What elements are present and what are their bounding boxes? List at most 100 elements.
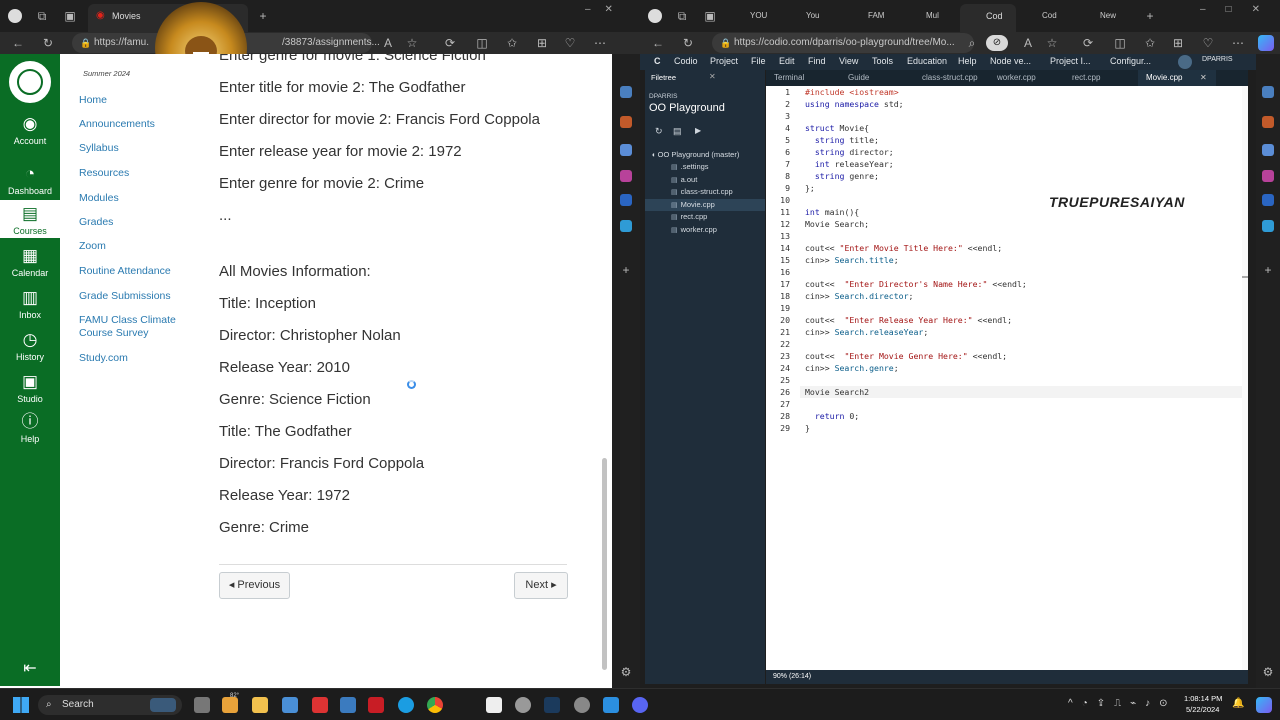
tab-terminal[interactable]: Terminal [766, 70, 836, 86]
window-controls[interactable]: –✕ [585, 4, 627, 15]
weather-icon[interactable] [222, 697, 238, 713]
course-nav-syllabus[interactable]: Syllabus [79, 142, 119, 155]
collections-icon[interactable]: ⊞ [1170, 35, 1186, 51]
editor-scrollbar[interactable] [1242, 86, 1248, 670]
taskbar-search[interactable]: ⌕ Search [38, 695, 182, 715]
discord-icon[interactable] [632, 697, 648, 713]
side-icon[interactable] [620, 144, 632, 156]
side-icon[interactable] [620, 170, 632, 182]
health-icon[interactable]: ♡ [562, 35, 578, 51]
page-scrollbar[interactable] [600, 54, 610, 686]
steam-icon[interactable] [544, 697, 560, 713]
menu-project[interactable]: Project [710, 56, 738, 66]
side-icon[interactable] [620, 194, 632, 206]
health-icon[interactable]: ♡ [1200, 35, 1216, 51]
famu-seal-icon[interactable] [6, 58, 54, 106]
tab-codio-2[interactable]: Cod [1028, 11, 1057, 20]
file-item[interactable]: a.out [671, 175, 698, 186]
tab-mul[interactable]: Mul [912, 11, 939, 20]
tracking-prevention-icon[interactable]: ⊘ [986, 35, 1008, 51]
menu-education[interactable]: Education [907, 56, 947, 66]
tray-icons[interactable]: ^◔⇪⎍⌁♪⊙ [1068, 698, 1177, 709]
menu-project-index[interactable]: Project I... [1050, 56, 1091, 66]
settings-icon[interactable] [574, 697, 590, 713]
split-screen-icon[interactable]: ◫ [474, 35, 490, 51]
split-screen-icon[interactable]: ◫ [1112, 35, 1128, 51]
menu-help[interactable]: Help [958, 56, 977, 66]
user-name[interactable]: DPARRIS [1202, 56, 1233, 63]
code-editor[interactable]: 1 #include <iostream> 2 using namespace std… [766, 86, 1248, 670]
favorites-bar-icon[interactable]: ✩ [504, 35, 520, 51]
tab-actions-icon[interactable]: ⧉ [34, 8, 50, 24]
course-nav-zoom[interactable]: Zoom [79, 240, 106, 253]
side-icon[interactable] [1262, 116, 1274, 128]
file-item-selected[interactable]: Movie.cpp [671, 200, 715, 211]
file-item[interactable]: class-struct.cpp [671, 187, 733, 198]
nav-courses[interactable]: ▤ Courses [0, 200, 60, 238]
filetree-tab[interactable]: Filetree [651, 73, 676, 82]
add-icon[interactable]: + [1260, 262, 1276, 278]
nav-dashboard[interactable]: ◔ Dashboard [0, 164, 60, 196]
side-icon[interactable] [1262, 220, 1274, 232]
course-nav-class-climate[interactable]: FAMU Class Climate Course Survey [79, 314, 191, 340]
settings-icon[interactable]: ⚙ [618, 664, 634, 680]
tab-rect[interactable]: rect.cpp [1064, 70, 1138, 86]
menu-file[interactable]: File [751, 56, 766, 66]
store-icon[interactable] [282, 697, 298, 713]
previous-button[interactable]: ◂ Previous [219, 572, 290, 599]
tab-youtube-2[interactable]: You [792, 11, 820, 20]
file-item[interactable]: rect.cpp [671, 212, 708, 223]
course-nav-announcements[interactable]: Announcements [79, 118, 155, 131]
profile-icon[interactable] [8, 9, 22, 23]
side-icon[interactable] [1262, 194, 1274, 206]
nav-studio[interactable]: ▣ Studio [0, 372, 60, 404]
nav-help[interactable]: ⓘ Help [0, 412, 60, 444]
nav-account[interactable]: ◉ Account [0, 114, 60, 146]
app-icon-red[interactable] [312, 697, 328, 713]
vscode-icon[interactable] [603, 697, 619, 713]
run-icon[interactable]: ▶ [695, 126, 701, 135]
more-menu-icon[interactable]: ⋯ [592, 35, 608, 51]
tab-codio-active[interactable]: Cod [960, 4, 1016, 32]
favorite-icon[interactable]: ☆ [1044, 35, 1060, 51]
new-file-icon[interactable]: ▤ [673, 126, 682, 137]
tab-class-struct[interactable]: class-struct.cpp [914, 70, 988, 86]
profile-icon[interactable] [648, 9, 662, 23]
clock-date[interactable]: 5/22/2024 [1186, 705, 1219, 714]
refresh-tree-icon[interactable]: ↻ [655, 126, 663, 137]
window-controls[interactable]: –□✕ [1200, 4, 1280, 15]
read-aloud-icon[interactable]: A [380, 35, 396, 51]
next-button[interactable]: Next ▸ [514, 572, 568, 599]
settings-icon[interactable]: ⚙ [1260, 664, 1276, 680]
edge-icon[interactable] [398, 697, 414, 713]
refresh-icon[interactable]: ↻ [40, 35, 56, 51]
file-explorer-icon[interactable] [252, 697, 268, 713]
tab-worker[interactable]: worker.cpp [989, 70, 1063, 86]
collections-icon[interactable]: ⊞ [534, 35, 550, 51]
menu-edit[interactable]: Edit [779, 56, 795, 66]
file-item[interactable]: worker.cpp [671, 225, 717, 236]
favorites-bar-icon[interactable]: ✩ [1142, 35, 1158, 51]
refresh-icon[interactable]: ↻ [680, 35, 696, 51]
copilot-taskbar-icon[interactable] [1256, 697, 1272, 713]
collapse-nav-icon[interactable]: ⇤ [0, 658, 60, 678]
nav-inbox[interactable]: ▥ Inbox [0, 288, 60, 320]
course-nav-home[interactable]: Home [79, 94, 107, 107]
extensions-icon[interactable]: ⟳ [1080, 35, 1096, 51]
menu-view[interactable]: View [839, 56, 858, 66]
copilot-icon[interactable] [1258, 35, 1274, 51]
back-icon[interactable]: ← [10, 35, 26, 51]
codio-logo-icon[interactable]: C [654, 56, 661, 66]
side-icon[interactable] [1262, 86, 1274, 98]
close-icon[interactable]: ✕ [1200, 70, 1207, 86]
chrome-icon[interactable] [427, 697, 443, 713]
menu-codio[interactable]: Codio [674, 56, 698, 66]
course-nav-grades[interactable]: Grades [79, 216, 113, 229]
clock-time[interactable]: 1:08:14 PM [1184, 694, 1222, 703]
add-icon[interactable]: + [618, 262, 634, 278]
side-icon[interactable] [620, 86, 632, 98]
file-item[interactable]: .settings [671, 162, 709, 173]
user-avatar-icon[interactable] [1178, 55, 1192, 69]
vertical-tabs-icon[interactable]: ▣ [62, 8, 78, 24]
menu-configure[interactable]: Configur... [1110, 56, 1151, 66]
